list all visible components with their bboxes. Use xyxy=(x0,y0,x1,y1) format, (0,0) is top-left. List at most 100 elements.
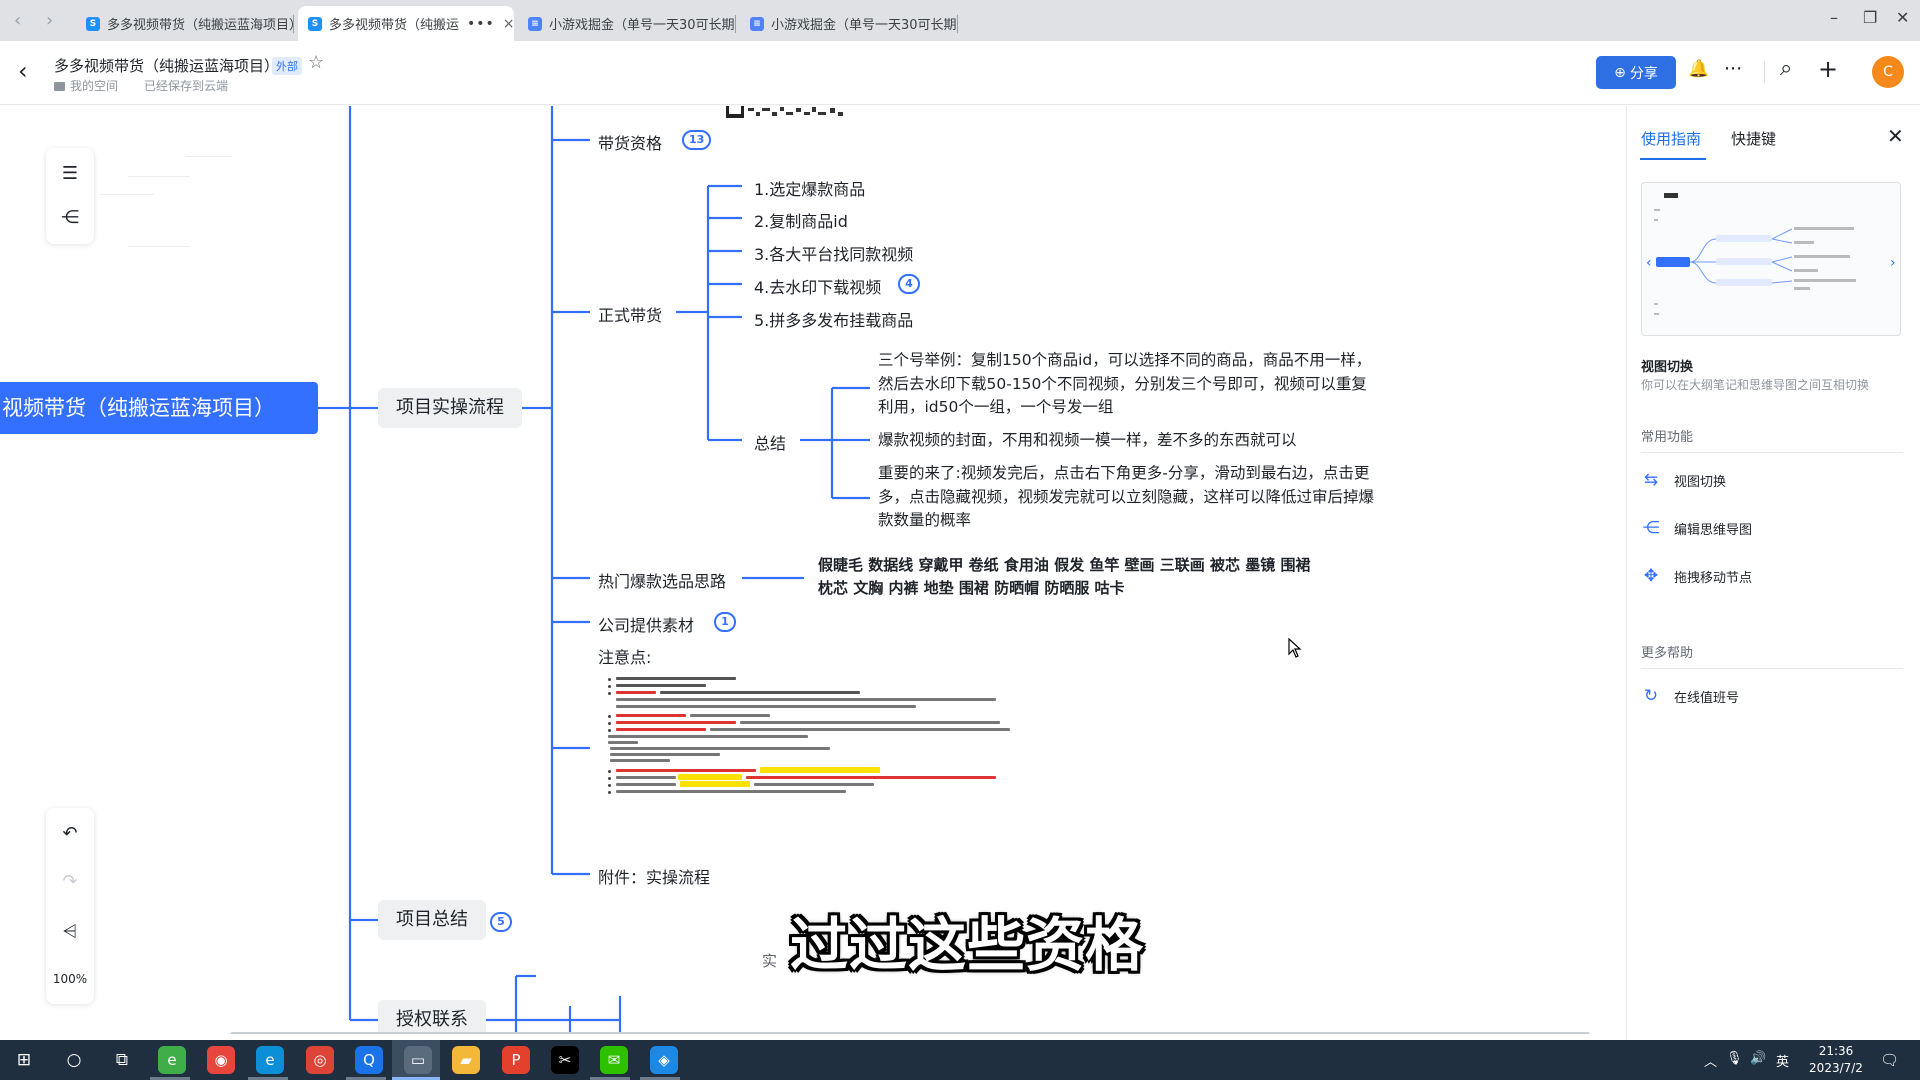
video-subtitle: 过过这些资格 xyxy=(790,911,1145,979)
system-clock[interactable]: 21:36 2023/7/2 xyxy=(1806,1043,1866,1077)
taskbar-chrome-icon[interactable]: ◎ xyxy=(306,1046,334,1074)
tab-usage-guide[interactable]: 使用指南 xyxy=(1641,128,1701,149)
browser-tab-1[interactable]: S 多多视频带货（纯搬运蓝海项目） xyxy=(76,6,294,41)
browser-tab-4[interactable]: ≡ 小游戏掘金（单号一天30可长期） xyxy=(740,6,958,41)
taskbar-explorer-icon[interactable]: ▰ xyxy=(452,1046,480,1074)
node-hot-picks[interactable]: 热门爆款选品思路 xyxy=(598,568,726,592)
root-node[interactable]: 视频带货（纯搬运蓝海项目） xyxy=(0,382,318,434)
redo-icon[interactable]: ↷ xyxy=(58,870,82,894)
node-attachment[interactable]: 附件：实操流程 xyxy=(598,864,710,888)
step-node[interactable]: 4.去水印下载视频 xyxy=(754,274,881,298)
taskbar-search-app-icon[interactable]: Q xyxy=(355,1046,383,1074)
feature-preview-image: ‹ › xyxy=(1641,182,1901,336)
tray-chevron-icon[interactable]: ︿ xyxy=(1704,1051,1717,1070)
node-summary-sub[interactable]: 总结 xyxy=(754,430,786,454)
window-close-icon[interactable]: ✕ xyxy=(1896,8,1909,27)
help-item-drag-node[interactable]: ✥ 拖拽移动节点 xyxy=(1641,566,1752,586)
node-contact[interactable]: 授权联系 xyxy=(378,1000,486,1034)
star-icon[interactable]: ☆ xyxy=(308,52,324,73)
taskbar-office-icon[interactable]: P xyxy=(502,1046,530,1074)
undo-icon[interactable]: ↶ xyxy=(58,822,82,846)
restore-icon[interactable]: ❐ xyxy=(1863,8,1877,27)
summary-paragraph[interactable]: 重要的来了:视频发完后，点击右下角更多-分享，滑动到最右边，点击更多，点击隐藏视… xyxy=(878,462,1380,533)
tab-label: 多多视频带货（纯搬运 xyxy=(329,18,460,33)
external-badge: 外部 xyxy=(272,57,302,75)
hot-items-text[interactable]: 假睫毛 数据线 穿戴甲 卷纸 食用油 假发 鱼竿 壁画 三联画 被芯 墨镜 围裙… xyxy=(818,554,1318,600)
mindmap-canvas[interactable]: ☰ ⋲ ↶ ↷ ⩤ 100% 视频带货（纯搬运蓝海项目） 项目实操流程 项目总结… xyxy=(0,106,1626,1034)
node-summary[interactable]: 项目总结 xyxy=(378,900,486,940)
summary-paragraph[interactable]: 三个号举例：复制150个商品id，可以选择不同的商品，商品不用一样，然后去水印下… xyxy=(878,349,1380,420)
document-header: ‹ 多多视频带货（纯搬运蓝海项目） 外部 ☆ 我的空间 已经保存到云端 ⊕ 分享… xyxy=(0,41,1920,105)
taskbar-browser-green-icon[interactable]: e xyxy=(158,1046,186,1074)
taskbar-app-blue-icon[interactable]: ◈ xyxy=(650,1046,678,1074)
doc-icon: ≡ xyxy=(528,16,542,31)
node-materials[interactable]: 公司提供素材 xyxy=(598,612,694,636)
node-notes[interactable]: 注意点: xyxy=(598,644,651,668)
step-node[interactable]: 5.拼多多发布挂载商品 xyxy=(754,307,913,331)
taskbar-start-icon[interactable]: ⊞ xyxy=(10,1046,38,1074)
notification-icon[interactable]: 🗨 xyxy=(1880,1051,1899,1069)
outline-view-icon[interactable]: ☰ xyxy=(58,162,82,186)
feature-title: 视图切换 xyxy=(1641,360,1694,375)
common-section-title: 常用功能 xyxy=(1641,430,1694,445)
horizontal-scrollbar[interactable] xyxy=(230,1032,1590,1034)
bell-icon[interactable]: 🔔 xyxy=(1688,58,1709,80)
taskbar-capcut-icon[interactable]: ✂ xyxy=(551,1046,579,1074)
back-icon[interactable]: ‹ xyxy=(18,59,28,83)
breadcrumb-space[interactable]: 我的空间 xyxy=(54,77,118,94)
more-icon[interactable]: ··· xyxy=(1724,58,1742,80)
share-button[interactable]: ⊕ 分享 xyxy=(1596,56,1676,89)
step-node[interactable]: 3.各大平台找同款视频 xyxy=(754,241,913,265)
svg-text:‹: ‹ xyxy=(1646,255,1652,271)
svg-text:›: › xyxy=(1890,255,1896,271)
tab-label: 小游戏掘金（单号一天30可长期） xyxy=(771,18,958,33)
mindmap-view-icon[interactable]: ⋲ xyxy=(58,206,82,230)
notes-image[interactable] xyxy=(600,672,1030,844)
browser-tab-3[interactable]: ≡ 小游戏掘金（单号一天30可长期） xyxy=(518,6,736,41)
step-count-badge[interactable]: 4 xyxy=(898,274,920,294)
close-icon[interactable]: ✕ xyxy=(1887,124,1904,148)
volume-icon[interactable]: 🔊 xyxy=(1750,1051,1766,1066)
avatar[interactable]: C xyxy=(1872,56,1904,88)
taskbar-search-icon[interactable]: ○ xyxy=(60,1046,88,1074)
tab-close-icon[interactable]: × xyxy=(503,16,514,32)
zoom-level[interactable]: 100% xyxy=(46,972,94,986)
doc-icon: S xyxy=(86,16,100,31)
help-item-view-switch[interactable]: ⇆ 视图切换 xyxy=(1641,470,1726,490)
help-item-support[interactable]: ↻ 在线值班号 xyxy=(1641,686,1739,706)
node-formal[interactable]: 正式带货 xyxy=(598,302,662,326)
add-icon[interactable]: + xyxy=(1818,57,1838,81)
refresh-icon: ↻ xyxy=(1643,686,1659,706)
summary-paragraph[interactable]: 爆款视频的封面，不用和视频一模一样，差不多的东西就可以 xyxy=(878,429,1380,453)
minimize-icon[interactable]: – xyxy=(1830,8,1838,27)
tab-label: 小游戏掘金（单号一天30可长期） xyxy=(549,18,736,33)
step-node[interactable]: 2.复制商品id xyxy=(754,208,848,232)
tab-shortcuts[interactable]: 快捷键 xyxy=(1731,128,1776,149)
step-node[interactable]: 1.选定爆款商品 xyxy=(754,176,865,200)
tab-more-icon[interactable]: ••• xyxy=(467,16,495,32)
taskbar-browser-multi-icon[interactable]: ◉ xyxy=(207,1046,235,1074)
clock-date: 2023/7/2 xyxy=(1809,1061,1863,1075)
summary-count-badge[interactable]: 5 xyxy=(490,912,512,932)
browser-back-icon[interactable]: ‹ xyxy=(14,10,21,31)
search-icon[interactable]: ⌕ xyxy=(1780,58,1792,80)
node-process[interactable]: 项目实操流程 xyxy=(378,388,522,428)
input-language[interactable]: 英 xyxy=(1776,1051,1789,1070)
clock-time: 21:36 xyxy=(1818,1044,1854,1058)
materials-count-badge[interactable]: 1 xyxy=(714,612,736,632)
partial-node[interactable]: 实 xyxy=(762,950,777,971)
taskbar-task-view-icon[interactable]: ⧉ xyxy=(108,1046,136,1074)
taskbar-wechat-icon[interactable]: ✉ xyxy=(600,1046,628,1074)
help-item-edit-mindmap[interactable]: ⋲ 编辑思维导图 xyxy=(1641,518,1753,538)
layout-icon[interactable]: ⩤ xyxy=(58,920,82,944)
browser-forward-icon[interactable]: › xyxy=(46,10,53,31)
taskbar-screen-app-icon[interactable]: ▭ xyxy=(404,1046,432,1074)
browser-tab-2-active[interactable]: S 多多视频带货（纯搬运 ••• × xyxy=(298,6,514,41)
node-qualification[interactable]: 带货资格 xyxy=(598,130,662,154)
swap-icon: ⇆ xyxy=(1643,470,1659,490)
qualification-count-badge[interactable]: 13 xyxy=(682,130,712,150)
document-title[interactable]: 多多视频带货（纯搬运蓝海项目） xyxy=(54,55,279,76)
microphone-icon[interactable]: 🎙 xyxy=(1726,1051,1743,1066)
taskbar-edge-icon[interactable]: e xyxy=(256,1046,284,1074)
history-toolbar: ↶ ↷ ⩤ 100% xyxy=(46,808,94,1004)
